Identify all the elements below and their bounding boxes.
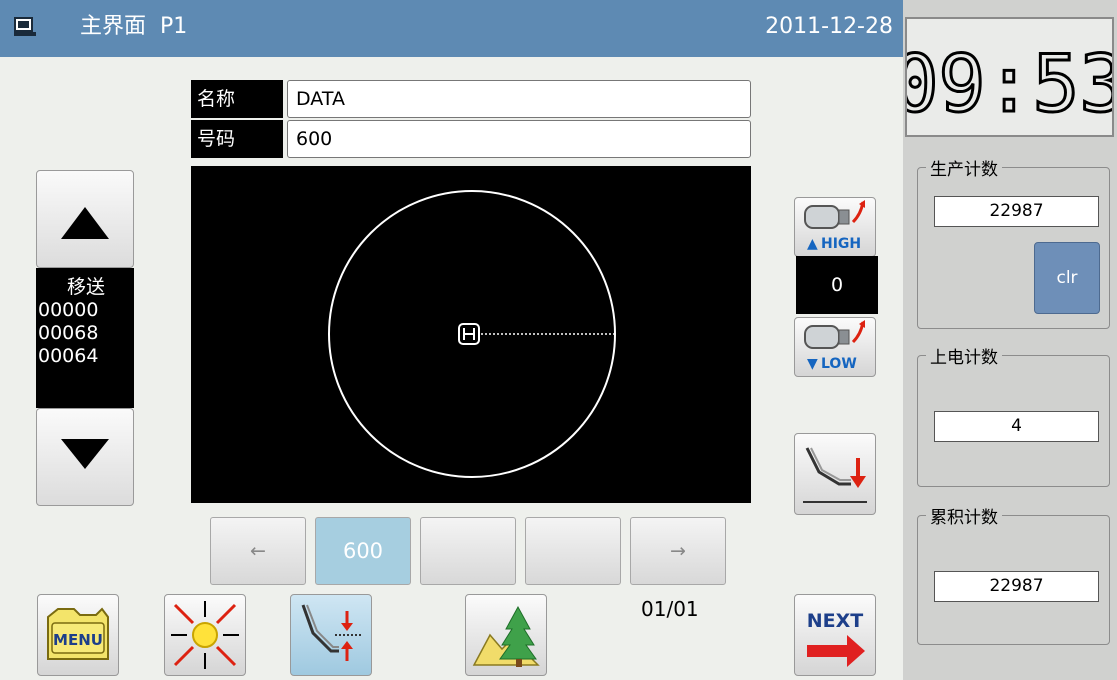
speed-low-button[interactable]: ▼ LOW	[794, 317, 876, 377]
move-label: 移送	[66, 276, 105, 298]
landscape-tree-icon	[472, 605, 540, 667]
presser-foot-icon	[803, 447, 867, 503]
origin-button[interactable]	[164, 594, 246, 676]
production-count-value: 22987	[934, 196, 1099, 227]
page-next-button[interactable]: →	[630, 517, 726, 585]
name-field[interactable]: DATA	[287, 80, 751, 118]
arrow-down-icon	[61, 439, 109, 469]
svg-text:▲: ▲	[807, 236, 818, 252]
speed-high-button[interactable]: ▲ HIGH	[794, 197, 876, 257]
clock-time: 09:53	[907, 40, 1112, 130]
cumulative-count-value: 22987	[934, 571, 1099, 602]
next-label: NEXT	[807, 610, 864, 632]
speed-low-label: LOW	[821, 356, 857, 372]
speed-low-icon: ▼ LOW	[804, 320, 865, 372]
production-count-label: 生产计数	[926, 155, 1002, 180]
home-position-icon	[458, 323, 480, 345]
next-button[interactable]: NEXT	[794, 594, 876, 676]
seven-segment-clock: 09:53	[890, 39, 1117, 132]
presser-foot-button[interactable]	[794, 433, 876, 515]
name-label: 名称	[191, 80, 283, 118]
page-item-600[interactable]: 600	[315, 517, 411, 585]
monitor-icon	[14, 17, 36, 36]
power-on-count-value: 4	[934, 411, 1099, 442]
clear-button[interactable]: clr	[1034, 242, 1100, 314]
cumulative-count-label: 累积计数	[926, 503, 1002, 528]
number-field[interactable]: 600	[287, 120, 751, 158]
thread-trim-button[interactable]	[290, 594, 372, 676]
move-up-button[interactable]	[36, 170, 134, 268]
move-panel: 移送 00000 00068 00064	[36, 268, 134, 408]
origin-light-icon	[171, 601, 239, 669]
clock-display: 09:53	[890, 17, 1117, 137]
menu-icon: MENU	[47, 607, 109, 660]
thread-trim-icon	[301, 604, 361, 661]
arrow-up-icon	[61, 207, 109, 239]
menu-button[interactable]: MENU	[37, 594, 119, 676]
title-bar: 主界面 P1 2011-12-28	[0, 0, 903, 57]
next-arrow-icon: NEXT	[807, 610, 865, 667]
power-on-count-label: 上电计数	[926, 343, 1002, 368]
move-value-3: 00064	[38, 345, 99, 367]
menu-label: MENU	[53, 631, 103, 649]
move-value-2: 00068	[38, 322, 99, 344]
date-display: 2011-12-28	[765, 14, 893, 39]
landscape-button[interactable]	[465, 594, 547, 676]
page-item-empty-1[interactable]	[420, 517, 516, 585]
page-prev-button[interactable]: ←	[210, 517, 306, 585]
page-item-empty-2[interactable]	[525, 517, 621, 585]
pattern-preview	[191, 166, 751, 503]
speed-high-icon: ▲ HIGH	[804, 200, 865, 252]
pattern-drawing	[328, 190, 616, 478]
move-value-1: 00000	[38, 299, 99, 321]
svg-text:▼: ▼	[807, 356, 818, 372]
number-label: 号码	[191, 120, 283, 158]
move-down-button[interactable]	[36, 408, 134, 506]
page-counter: 01/01	[641, 597, 699, 621]
page-title: 主界面 P1	[80, 14, 188, 39]
speed-value: 0	[796, 256, 878, 314]
speed-high-label: HIGH	[821, 236, 861, 252]
